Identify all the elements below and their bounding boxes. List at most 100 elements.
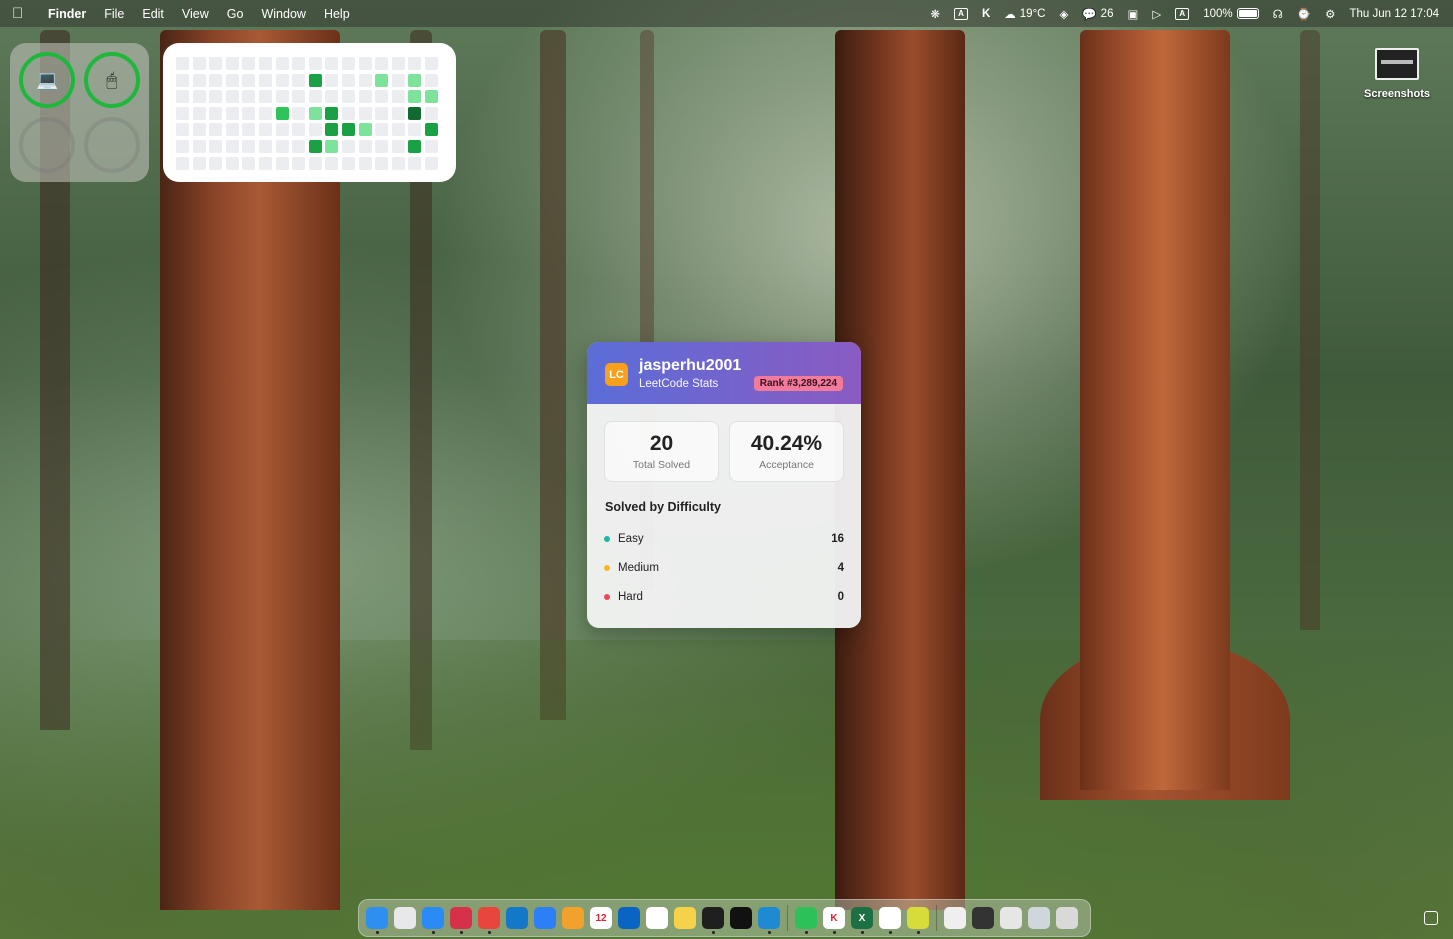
dock-icon-glyph: K	[830, 912, 838, 924]
wechat-icon: 💬	[1082, 8, 1097, 21]
k-app-icon[interactable]: K	[823, 907, 845, 934]
cursor-icon[interactable]	[730, 907, 752, 929]
contribution-cell	[375, 90, 389, 104]
contribution-cell	[225, 106, 239, 120]
empty-device-slot	[19, 116, 76, 173]
leetcode-header: LC jasperhu2001 LeetCode Stats Rank #3,2…	[587, 342, 861, 404]
contribution-cell	[358, 139, 372, 153]
headphones-icon[interactable]: ☊	[1273, 7, 1283, 21]
k-status-icon[interactable]: K	[982, 8, 990, 20]
contribution-heatmap-widget[interactable]	[163, 43, 456, 182]
leetcode-stat-cards: 20 Total Solved 40.24% Acceptance	[587, 404, 861, 482]
dock-icon-glyph: X	[858, 912, 866, 924]
desktop-folder-screenshots[interactable]: Screenshots	[1362, 48, 1432, 100]
device-battery-widget[interactable]: 💻 🖱	[10, 43, 149, 182]
input-source-status[interactable]: A	[1175, 7, 1190, 20]
apple-icon[interactable]: 	[12, 5, 32, 22]
empty-device-slot	[83, 116, 140, 173]
contribution-cell	[408, 139, 422, 153]
weather-status[interactable]: ☁ 19°C	[1004, 7, 1045, 21]
contribution-cell	[209, 73, 223, 87]
notes-icon[interactable]	[674, 907, 696, 929]
image-thumbnail-icon[interactable]	[1028, 907, 1050, 929]
finder-icon[interactable]	[366, 907, 388, 934]
terminal-icon[interactable]	[702, 907, 724, 934]
trash-icon[interactable]	[1056, 907, 1078, 929]
app-store-icon[interactable]	[534, 907, 556, 929]
contribution-cell	[325, 90, 339, 104]
battery-percent: 100%	[1203, 7, 1233, 20]
photos-icon[interactable]	[562, 907, 584, 929]
contribution-cell	[242, 123, 256, 137]
contribution-cell	[275, 156, 289, 170]
openai-status-icon[interactable]: ❋	[930, 7, 940, 21]
screen-capture-icon[interactable]	[1424, 911, 1438, 925]
contribution-cell	[258, 139, 272, 153]
desktop-folder-label: Screenshots	[1363, 88, 1431, 100]
acceptance-card: 40.24% Acceptance	[729, 421, 844, 482]
wechat-icon[interactable]	[795, 907, 817, 934]
vscode-icon[interactable]	[758, 907, 780, 934]
menu-window[interactable]: Window	[261, 7, 305, 21]
contribution-cell	[408, 73, 422, 87]
pear-app-icon[interactable]	[907, 907, 929, 934]
edge-icon[interactable]	[506, 907, 528, 929]
running-indicator	[711, 931, 715, 934]
medium-dot-icon	[604, 564, 610, 571]
running-indicator	[375, 931, 379, 934]
leetcode-username: jasperhu2001	[639, 357, 742, 374]
menu-help[interactable]: Help	[324, 7, 350, 21]
menu-file[interactable]: File	[104, 7, 124, 21]
calendar-icon[interactable]: 12	[590, 907, 612, 929]
excel-icon[interactable]: X	[851, 907, 873, 934]
wifi-icon[interactable]: ⌚	[1297, 7, 1311, 21]
chrome-icon[interactable]	[478, 907, 500, 934]
menu-view[interactable]: View	[182, 7, 209, 21]
leetcode-stats-widget[interactable]: LC jasperhu2001 LeetCode Stats Rank #3,2…	[587, 342, 861, 628]
battery-status[interactable]: 100%	[1203, 7, 1259, 20]
outlook-icon[interactable]	[618, 907, 640, 929]
safari-icon[interactable]	[422, 907, 444, 934]
control-center-icon[interactable]: ⚙	[1325, 7, 1335, 21]
contribution-cell	[424, 106, 438, 120]
leetcode-subtitle: LeetCode Stats	[639, 378, 719, 390]
contribution-cell	[192, 106, 206, 120]
running-indicator	[804, 931, 808, 934]
running-indicator	[459, 931, 463, 934]
contribution-cell	[375, 57, 389, 70]
leetcode-rank-badge: Rank #3,289,224	[753, 376, 843, 391]
contribution-cell	[325, 156, 339, 170]
menu-go[interactable]: Go	[227, 7, 244, 21]
layers-status-icon[interactable]: ◈	[1059, 7, 1068, 21]
contribution-cell	[341, 123, 355, 137]
document-icon[interactable]	[944, 907, 966, 929]
window-thumbnail-icon[interactable]	[972, 907, 994, 929]
chatgpt-icon[interactable]	[879, 907, 901, 934]
contribution-cell	[242, 139, 256, 153]
contribution-cell	[225, 123, 239, 137]
launchpad-icon[interactable]	[394, 907, 416, 929]
app-name-menu[interactable]: Finder	[48, 7, 86, 21]
contribution-cell	[308, 57, 322, 70]
contribution-cell	[308, 106, 322, 120]
menu-edit[interactable]: Edit	[142, 7, 164, 21]
contribution-cell	[292, 106, 306, 120]
play-status-icon[interactable]: ▷	[1152, 7, 1161, 21]
contribution-cell	[275, 73, 289, 87]
window-manager-icon[interactable]: ▣	[1127, 7, 1138, 21]
contribution-cell	[209, 156, 223, 170]
wechat-status[interactable]: 💬 26	[1082, 7, 1113, 21]
dock-separator	[787, 905, 788, 931]
running-indicator	[431, 931, 435, 934]
creative-app-icon[interactable]	[450, 907, 472, 934]
contribution-cell	[258, 156, 272, 170]
translate-status-icon[interactable]: A	[953, 7, 968, 20]
acceptance-value: 40.24%	[750, 432, 823, 455]
spreadsheet-thumbnail-icon[interactable]	[1000, 907, 1022, 929]
contribution-cell	[375, 73, 389, 87]
contribution-cell	[242, 106, 256, 120]
dock-icon-glyph: 12	[595, 912, 607, 924]
reminders-icon[interactable]	[646, 907, 668, 929]
contribution-cell	[358, 90, 372, 104]
menu-clock[interactable]: Thu Jun 12 17:04	[1349, 8, 1439, 20]
